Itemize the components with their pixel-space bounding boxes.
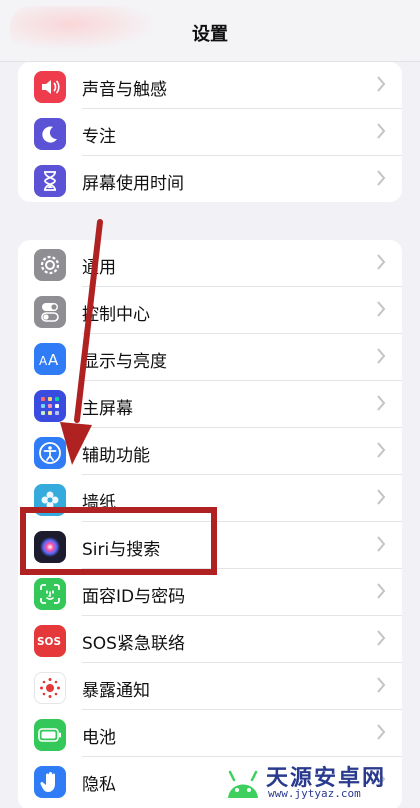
row-accessibility[interactable]: 辅助功能 <box>18 428 402 475</box>
row-battery[interactable]: 电池 <box>18 710 402 757</box>
chevron-right-icon <box>377 348 386 364</box>
row-label: 暴露通知 <box>82 681 150 701</box>
chevron-right-icon <box>377 677 386 693</box>
settings-group-1: 声音与触感 专注 屏幕使用时间 <box>18 62 402 202</box>
row-exposure-notifications[interactable]: 暴露通知 <box>18 663 402 710</box>
svg-text:A: A <box>48 351 59 368</box>
chevron-right-icon <box>377 724 386 740</box>
watermark: 天源安卓网 www.jytyaz.com <box>222 756 412 804</box>
chevron-right-icon <box>377 170 386 186</box>
row-label: 控制中心 <box>82 305 150 325</box>
chevron-right-icon <box>377 395 386 411</box>
row-display-brightness[interactable]: AA 显示与亮度 <box>18 334 402 381</box>
gear-icon <box>34 249 66 281</box>
speaker-icon <box>34 71 66 103</box>
row-label: 显示与亮度 <box>82 352 167 372</box>
row-emergency-sos[interactable]: SOS SOS紧急联络 <box>18 616 402 663</box>
chevron-right-icon <box>377 254 386 270</box>
chevron-right-icon <box>377 76 386 92</box>
hourglass-icon <box>34 165 66 197</box>
sos-icon: SOS <box>34 625 66 657</box>
row-label: 主屏幕 <box>82 399 133 419</box>
hand-icon <box>34 766 66 798</box>
chevron-right-icon <box>377 583 386 599</box>
highlight-box <box>20 507 217 575</box>
row-label: 通用 <box>82 258 116 278</box>
chevron-right-icon <box>377 442 386 458</box>
moon-icon <box>34 118 66 150</box>
row-label: 面容ID与密码 <box>82 587 186 607</box>
face-id-icon <box>34 578 66 610</box>
navigation-bar: 设置 <box>0 0 420 62</box>
chevron-right-icon <box>377 630 386 646</box>
row-label: 辅助功能 <box>82 446 150 466</box>
chevron-right-icon <box>377 123 386 139</box>
chevron-right-icon <box>377 536 386 552</box>
svg-text:A: A <box>39 354 48 368</box>
row-label: 隐私 <box>82 775 116 795</box>
svg-text:SOS: SOS <box>37 636 61 648</box>
row-sounds-haptics[interactable]: 声音与触感 <box>18 62 402 109</box>
row-label: 屏幕使用时间 <box>82 174 184 194</box>
exposure-icon <box>34 672 66 704</box>
watermark-url: www.jytyaz.com <box>268 787 361 800</box>
battery-icon <box>34 719 66 751</box>
row-control-center[interactable]: 控制中心 <box>18 287 402 334</box>
home-grid-icon <box>34 390 66 422</box>
row-focus[interactable]: 专注 <box>18 109 402 156</box>
row-label: SOS紧急联络 <box>82 634 185 654</box>
accessibility-icon <box>34 437 66 469</box>
row-home-screen[interactable]: 主屏幕 <box>18 381 402 428</box>
toggles-icon <box>34 296 66 328</box>
row-general[interactable]: 通用 <box>18 240 402 287</box>
row-label: 电池 <box>82 728 116 748</box>
chevron-right-icon <box>377 489 386 505</box>
android-logo-icon <box>228 770 258 798</box>
row-face-id-passcode[interactable]: 面容ID与密码 <box>18 569 402 616</box>
text-size-icon: AA <box>34 343 66 375</box>
row-label: 专注 <box>82 127 116 147</box>
row-label: 声音与触感 <box>82 80 167 100</box>
chevron-right-icon <box>377 301 386 317</box>
page-title: 设置 <box>192 24 228 45</box>
row-screen-time[interactable]: 屏幕使用时间 <box>18 156 402 202</box>
